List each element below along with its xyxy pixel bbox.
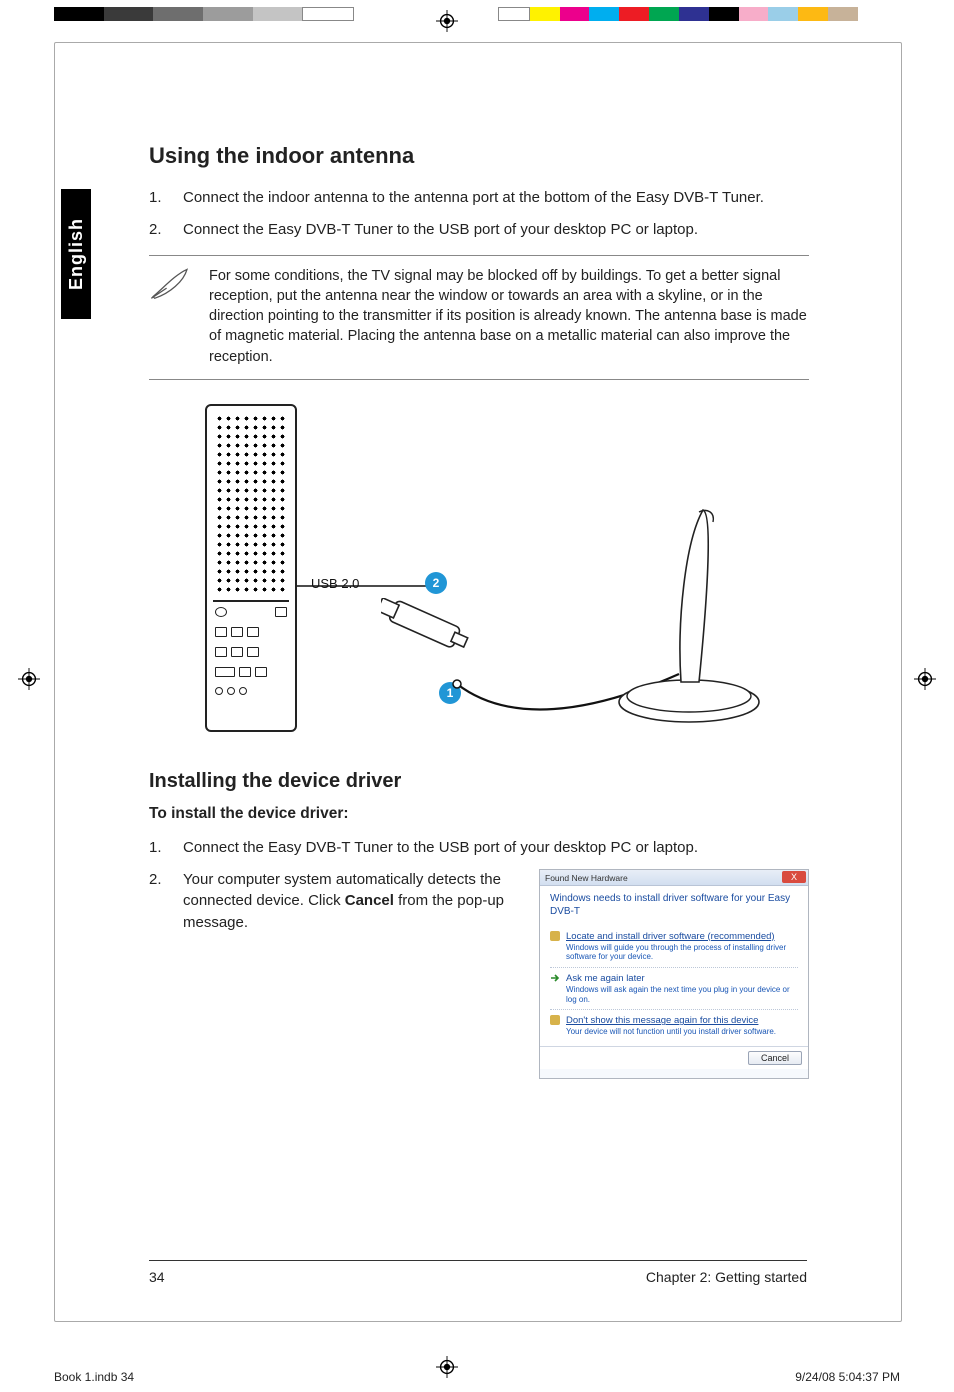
list-item: 1. Connect the indoor antenna to the ant…: [149, 187, 809, 209]
usb-label: USB 2.0: [311, 576, 359, 591]
list-item: 1. Connect the Easy DVB-T Tuner to the U…: [149, 837, 809, 859]
dialog-option-locate[interactable]: Locate and install driver software (reco…: [550, 926, 798, 967]
page-content: Using the indoor antenna 1. Connect the …: [149, 143, 809, 1079]
section-heading-driver: Installing the device driver: [149, 770, 809, 793]
step-text: Connect the Easy DVB-T Tuner to the USB …: [183, 837, 809, 859]
option-title: Locate and install driver software (reco…: [566, 931, 798, 942]
list-item: 2. Your computer system automatically de…: [149, 869, 525, 934]
shield-icon: [550, 1015, 560, 1025]
step-text: Connect the indoor antenna to the antenn…: [183, 187, 809, 209]
registration-mark-top: [436, 10, 458, 32]
option-subtitle: Windows will guide you through the proce…: [566, 943, 798, 962]
option-title: Ask me again later: [566, 973, 798, 984]
registration-mark-right: [914, 668, 936, 690]
print-file-page: Book 1.indb 34: [54, 1370, 134, 1384]
step-number: 2.: [149, 869, 183, 934]
pc-tower-icon: [205, 404, 297, 732]
print-metadata: Book 1.indb 34 9/24/08 5:04:37 PM: [54, 1370, 900, 1384]
grayscale-swatches: [54, 7, 354, 21]
callout-badge-2: 2: [425, 572, 447, 594]
dialog-title: Found New Hardware: [545, 873, 628, 883]
list-item: 2. Connect the Easy DVB-T Tuner to the U…: [149, 219, 809, 241]
step-text: Connect the Easy DVB-T Tuner to the USB …: [183, 219, 809, 241]
step-number: 1.: [149, 837, 183, 859]
language-tab-label: English: [66, 218, 87, 290]
option-title: Don't show this message again for this d…: [566, 1015, 798, 1026]
step-number: 1.: [149, 187, 183, 209]
section-heading-antenna: Using the indoor antenna: [149, 143, 809, 169]
page-frame: English Using the indoor antenna 1. Conn…: [54, 42, 902, 1322]
option-subtitle: Windows will ask again the next time you…: [566, 985, 798, 1004]
cancel-button[interactable]: Cancel: [748, 1051, 802, 1065]
print-timestamp: 9/24/08 5:04:37 PM: [795, 1370, 900, 1384]
step-text-bold: Cancel: [345, 892, 394, 909]
shield-icon: [550, 931, 560, 941]
found-new-hardware-dialog: Found New Hardware X Windows needs to in…: [539, 869, 809, 1079]
dialog-message: Windows needs to install driver software…: [550, 892, 798, 918]
registration-mark-left: [18, 668, 40, 690]
language-tab: English: [61, 189, 91, 319]
chapter-label: Chapter 2: Getting started: [646, 1269, 807, 1285]
indoor-antenna-icon: [589, 502, 789, 732]
page-footer: 34 Chapter 2: Getting started: [149, 1260, 807, 1285]
dialog-option-dontshow[interactable]: Don't show this message again for this d…: [550, 1009, 798, 1042]
section-subheading-driver: To install the device driver:: [149, 805, 809, 823]
close-button[interactable]: X: [782, 871, 806, 883]
feather-pen-icon: [149, 266, 191, 300]
arrow-right-icon: [550, 973, 560, 983]
option-subtitle: Your device will not function until you …: [566, 1027, 798, 1037]
note-box: For some conditions, the TV signal may b…: [149, 255, 809, 380]
color-swatches: [498, 7, 858, 21]
driver-steps: 1. Connect the Easy DVB-T Tuner to the U…: [149, 837, 809, 859]
note-text: For some conditions, the TV signal may b…: [209, 266, 809, 367]
antenna-steps: 1. Connect the indoor antenna to the ant…: [149, 187, 809, 241]
page-number: 34: [149, 1269, 165, 1285]
step-number: 2.: [149, 219, 183, 241]
connection-diagram: USB 2.0 2 1: [149, 404, 809, 764]
step-text: Your computer system automatically detec…: [183, 869, 525, 934]
dialog-option-later[interactable]: Ask me again later Windows will ask agai…: [550, 967, 798, 1009]
dialog-titlebar: Found New Hardware X: [540, 870, 808, 886]
